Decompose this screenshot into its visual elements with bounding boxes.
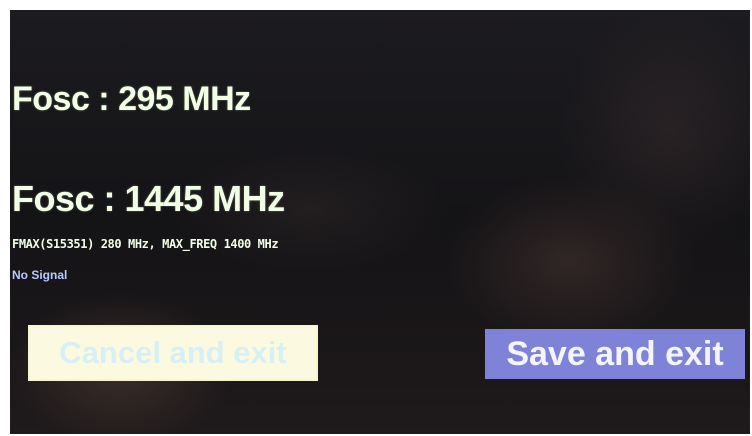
fosc-readout-secondary: Fosc : 1445 MHz	[12, 178, 285, 219]
cancel-button-label: Cancel and exit	[59, 335, 287, 370]
fosc-readout-primary: Fosc : 295 MHz	[12, 80, 251, 118]
fmax-info-line: FMAX(S15351) 280 MHz, MAX_FREQ 1400 MHz	[12, 237, 279, 251]
signal-status: No Signal	[12, 268, 68, 282]
save-and-exit-button[interactable]: Save and exit	[485, 329, 745, 379]
save-button-label: Save and exit	[506, 334, 724, 373]
device-screen: Fosc : 295 MHz Fosc : 1445 MHz FMAX(S153…	[10, 10, 750, 434]
cancel-and-exit-button[interactable]: Cancel and exit	[28, 325, 318, 381]
